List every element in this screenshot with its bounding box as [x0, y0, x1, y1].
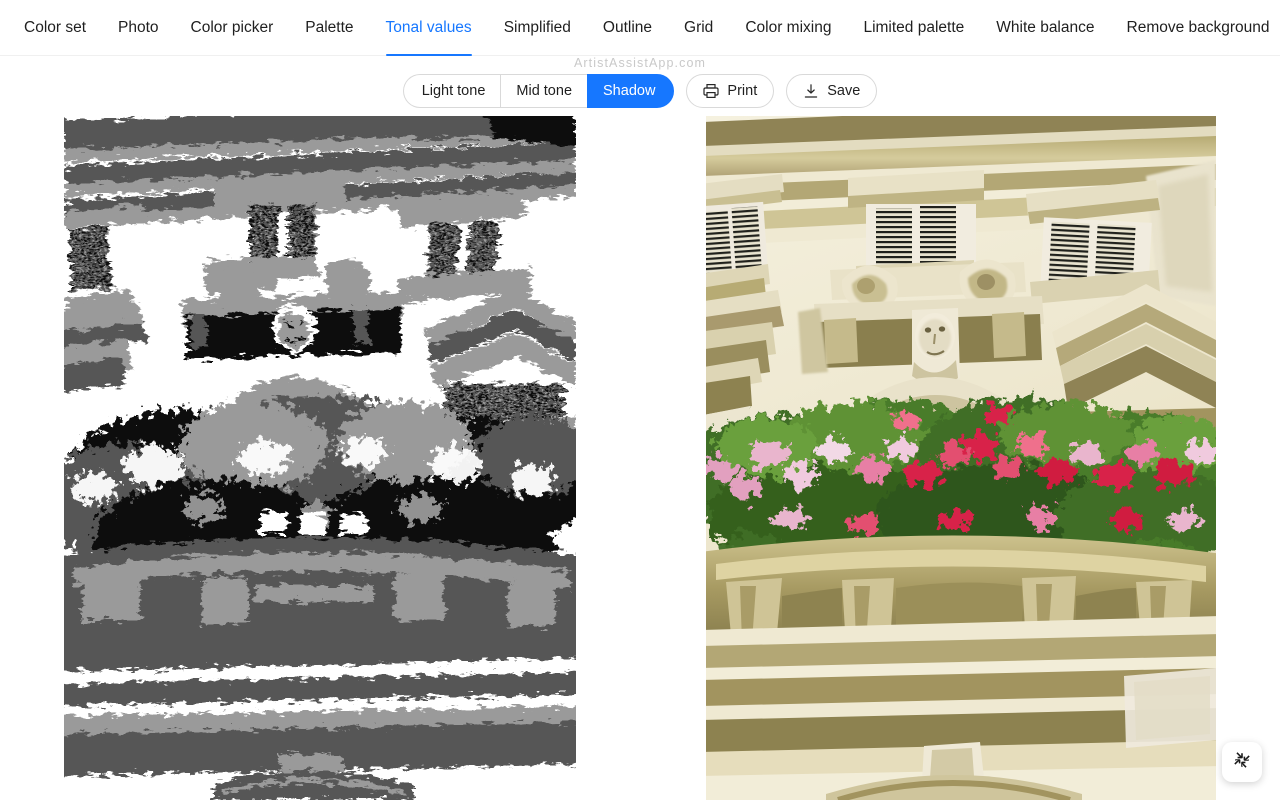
tab-color-mixing[interactable]: Color mixing: [729, 0, 847, 56]
tab-white-balance[interactable]: White balance: [980, 0, 1110, 56]
tab-photo[interactable]: Photo: [102, 0, 175, 56]
tab-label: White balance: [996, 18, 1095, 36]
tab-label: Remove background: [1126, 18, 1270, 36]
tab-label: Color picker: [190, 18, 274, 36]
tone-segmented-control: Light tone Mid tone Shadow: [402, 74, 675, 108]
tab-palette[interactable]: Palette: [289, 0, 369, 56]
main-tab-bar: Color set Photo Color picker Palette Tonal v…: [0, 0, 1280, 56]
site-watermark: ArtistAssistApp.com: [573, 56, 707, 70]
tonal-values-image[interactable]: [64, 116, 576, 800]
tab-limited-palette[interactable]: Limited palette: [847, 0, 980, 56]
print-button[interactable]: Print: [686, 74, 775, 108]
tab-outline[interactable]: Outline: [587, 0, 668, 56]
tab-label: Color set: [24, 18, 87, 36]
tonal-toolbar: Light tone Mid tone Shadow Print Save: [0, 74, 1280, 108]
save-button-label: Save: [827, 83, 861, 99]
tone-option-shadow[interactable]: Shadow: [587, 74, 675, 108]
tab-label: Photo: [118, 18, 159, 36]
tone-option-label: Light tone: [421, 83, 486, 99]
print-button-label: Print: [727, 83, 758, 99]
tone-option-light-tone[interactable]: Light tone: [402, 74, 501, 108]
exit-fullscreen-button[interactable]: [1222, 742, 1262, 782]
tab-color-picker[interactable]: Color picker: [175, 0, 290, 56]
tab-tonal-values[interactable]: Tonal values: [370, 0, 488, 56]
tab-simplified[interactable]: Simplified: [488, 0, 587, 56]
tab-label: Grid: [684, 18, 714, 36]
compress-arrows-icon: [1233, 751, 1251, 774]
tone-option-label: Shadow: [603, 83, 656, 99]
tab-label: Simplified: [503, 18, 571, 36]
tab-label: Outline: [602, 18, 653, 36]
source-photo-image[interactable]: [706, 116, 1216, 800]
tone-option-mid-tone[interactable]: Mid tone: [500, 74, 588, 108]
tab-grid[interactable]: Grid: [668, 0, 729, 56]
printer-icon: [703, 83, 720, 99]
tab-label: Color mixing: [745, 18, 832, 36]
tone-option-label: Mid tone: [516, 83, 573, 99]
image-comparison-area: [0, 116, 1280, 800]
tab-remove-background[interactable]: Remove background: [1111, 0, 1280, 56]
tab-label: Palette: [305, 18, 354, 36]
tab-color-set[interactable]: Color set: [8, 0, 102, 56]
tab-label: Tonal values: [385, 18, 472, 36]
tab-label: Limited palette: [863, 18, 965, 36]
download-icon: [803, 83, 819, 99]
save-button[interactable]: Save: [786, 74, 878, 108]
